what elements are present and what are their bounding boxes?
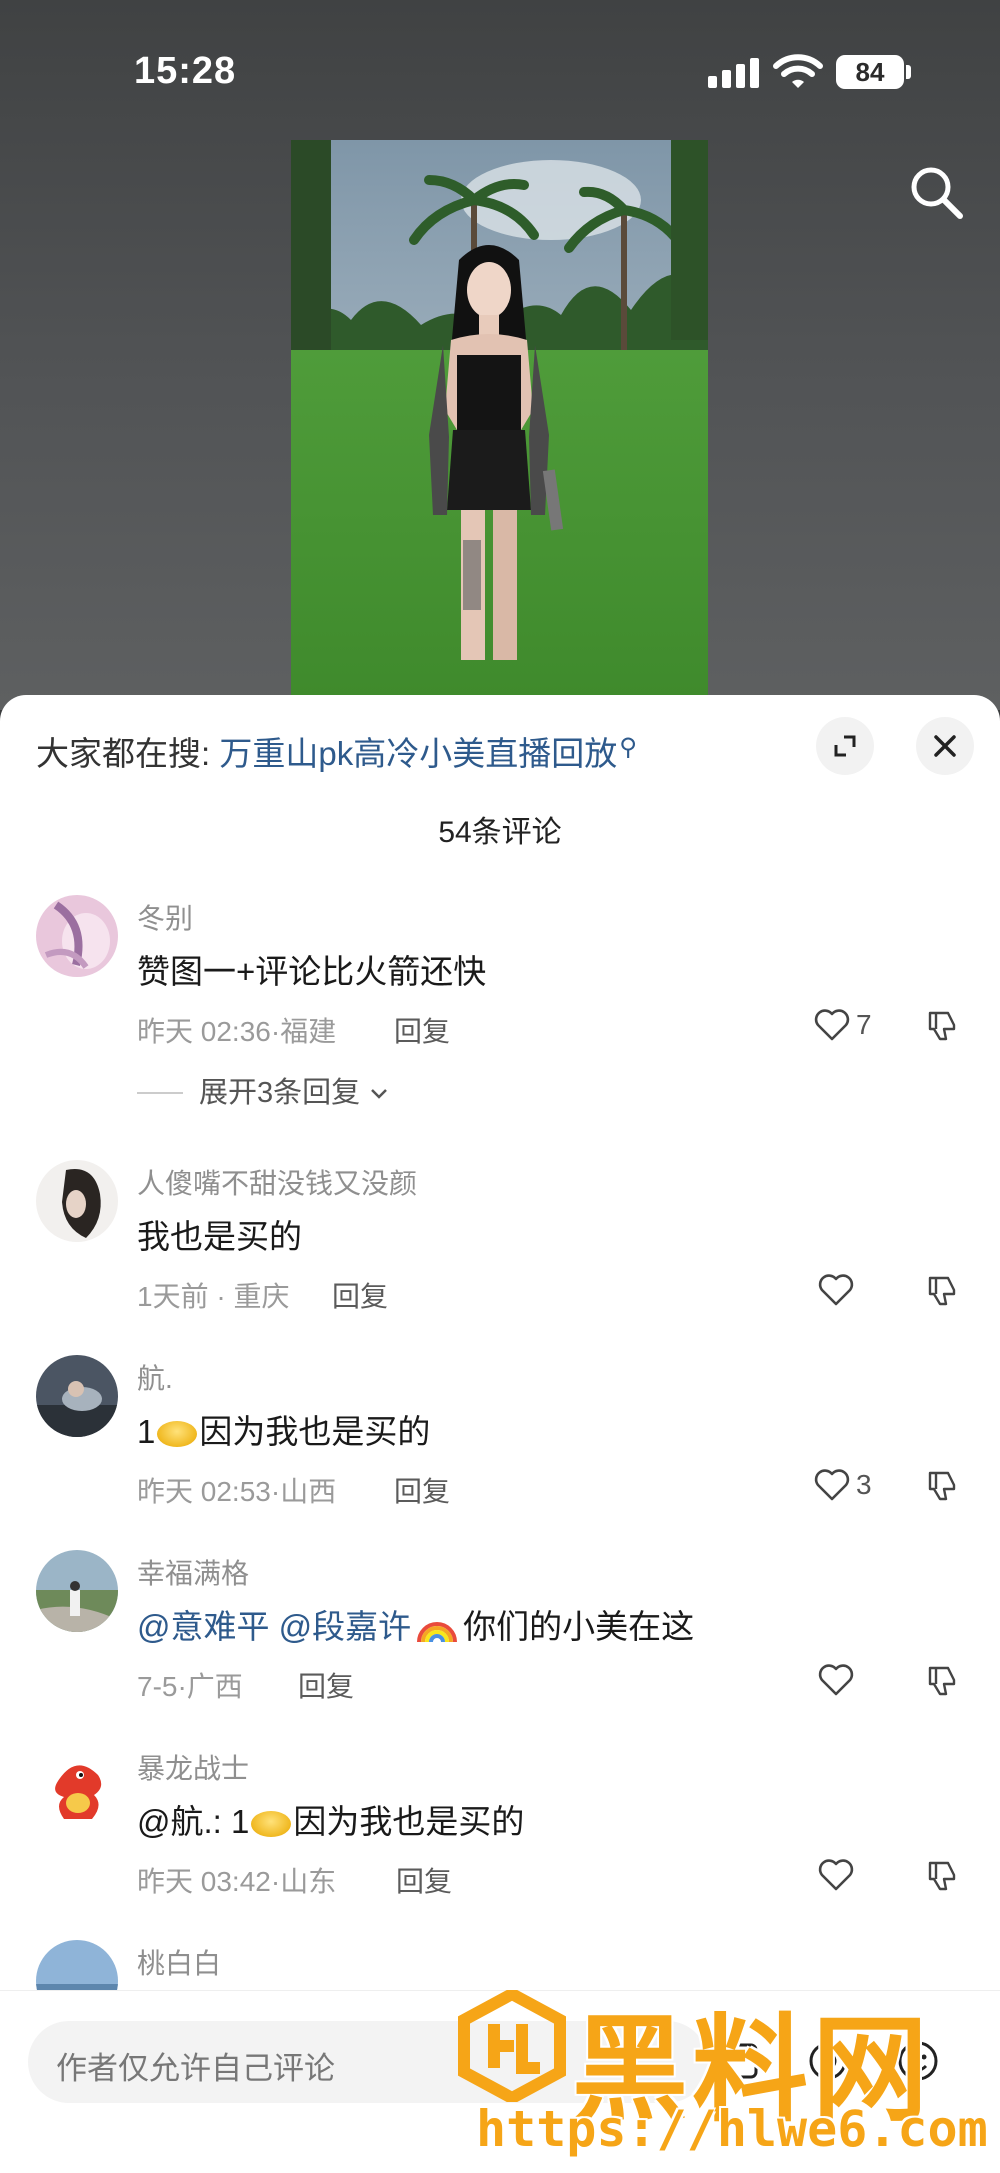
comment-author[interactable]: 暴龙战士: [137, 1747, 249, 1787]
avatar[interactable]: [36, 1355, 118, 1437]
avatar[interactable]: [36, 1745, 118, 1827]
meta-dot: ·: [270, 1476, 281, 1507]
comment-location: 山东: [280, 1866, 337, 1897]
mention-link[interactable]: @意难平: [137, 1608, 270, 1645]
watermark-logo: [458, 1990, 566, 2102]
mention-link[interactable]: @段嘉许: [279, 1608, 412, 1645]
wifi-icon: [773, 54, 823, 88]
comment-time: 7-5: [137, 1671, 178, 1702]
reply-button[interactable]: 回复: [396, 1860, 452, 1900]
heart-icon[interactable]: [812, 1465, 852, 1505]
heart-icon[interactable]: [812, 1005, 852, 1045]
comment-author[interactable]: 幸福满格: [137, 1552, 249, 1592]
dislike-icon[interactable]: [924, 1272, 960, 1308]
search-icon[interactable]: [906, 162, 966, 222]
comment-text-body: 因为我也是买的: [199, 1413, 431, 1450]
reply-button[interactable]: 回复: [394, 1010, 450, 1050]
comment-text-body: 因为我也是买的: [293, 1803, 525, 1840]
expand-replies-label: 展开3条回复: [199, 1077, 361, 1109]
comment-location: 广西: [186, 1671, 243, 1702]
divider: [137, 1092, 183, 1094]
close-icon: [934, 735, 956, 757]
like-count: 7: [856, 1009, 872, 1040]
avatar[interactable]: [36, 1550, 118, 1632]
heart-icon[interactable]: [816, 1855, 856, 1895]
video-area[interactable]: 15:28 84: [0, 0, 1000, 710]
like-count: 3: [856, 1469, 872, 1500]
battery-level: 84: [855, 57, 885, 87]
small-search-icon: ⚲: [619, 734, 637, 761]
comment-author[interactable]: 航.: [137, 1357, 173, 1397]
comment-meta: 昨天 02:53·山西: [137, 1470, 336, 1510]
heart-icon[interactable]: [816, 1660, 856, 1700]
expand-replies-button[interactable]: 展开3条回复: [137, 1069, 390, 1111]
dislike-icon[interactable]: [924, 1007, 960, 1043]
chevron-down-icon: [371, 1089, 388, 1099]
meta-dot: ·: [270, 1016, 281, 1047]
comment-time: 1天前: [137, 1281, 209, 1312]
dislike-icon[interactable]: [924, 1857, 960, 1893]
comment-location: 山西: [280, 1476, 337, 1507]
comment-text-body: 你们的小美在这: [463, 1608, 695, 1645]
comment-text: 1 因为我也是买的: [137, 1405, 430, 1453]
meta-dot: ·: [177, 1671, 187, 1702]
comment-text: 赞图一+评论比火箭还快: [137, 953, 487, 990]
dislike-icon[interactable]: [924, 1662, 960, 1698]
signal-icon: [708, 58, 760, 88]
comment-time: 昨天 02:36: [137, 1016, 271, 1047]
reply-button[interactable]: 回复: [332, 1275, 388, 1315]
comment-time: 昨天 03:42: [137, 1866, 271, 1897]
status-bar: 15:28 84: [0, 0, 1000, 140]
comment-meta: 1天前 · 重庆: [137, 1275, 289, 1315]
comment-input-placeholder: 作者仅允许自己评论: [56, 2051, 335, 2086]
comment-meta: 7-5·广西: [137, 1665, 243, 1705]
comment-location: 福建: [280, 1016, 337, 1047]
expand-button[interactable]: [816, 717, 874, 775]
gold-coin-icon: [157, 1421, 198, 1447]
heart-icon[interactable]: [816, 1270, 856, 1310]
comment-meta: 昨天 03:42·山东: [137, 1860, 336, 1900]
watermark-url: https://hlwe6.com: [476, 2100, 988, 2158]
comment-author[interactable]: 冬别: [137, 897, 193, 937]
comment-sheet: 大家都在搜: 万重山pk高冷小美直播回放⚲ 54条评论 冬别 赞图一+评论比火箭…: [0, 695, 1000, 2173]
dislike-icon[interactable]: [924, 1467, 960, 1503]
meta-dot: ·: [208, 1281, 234, 1312]
hot-search-prefix: 大家都在搜:: [36, 735, 211, 772]
comment-author[interactable]: 桃白白: [137, 1942, 221, 1982]
comment-location: 重庆: [233, 1281, 290, 1312]
comment-count: 54条评论: [438, 816, 562, 849]
comment-text-prefix: 1: [137, 1413, 156, 1450]
gold-coin-icon: [251, 1811, 292, 1837]
close-button[interactable]: [916, 717, 974, 775]
comment-author[interactable]: 人傻嘴不甜没钱又没颜: [137, 1162, 417, 1202]
reply-button[interactable]: 回复: [298, 1665, 354, 1705]
rainbow-icon: [417, 1622, 458, 1643]
comment-time: 昨天 02:53: [137, 1476, 271, 1507]
hot-search-bar[interactable]: 大家都在搜: 万重山pk高冷小美直播回放⚲: [36, 727, 637, 775]
expand-icon: [834, 735, 856, 757]
comment-text: @意难平 @段嘉许 你们的小美在这: [137, 1600, 694, 1648]
avatar[interactable]: [36, 895, 118, 977]
video-thumbnail[interactable]: [291, 140, 708, 700]
comment-text-prefix: @航.: 1: [137, 1803, 250, 1840]
reply-button[interactable]: 回复: [394, 1470, 450, 1510]
avatar[interactable]: [36, 1160, 118, 1242]
status-time: 15:28: [134, 50, 237, 92]
meta-dot: ·: [270, 1866, 281, 1897]
hot-search-link[interactable]: 万重山pk高冷小美直播回放: [219, 735, 617, 772]
battery-nub: [906, 65, 911, 79]
battery-icon: 84: [836, 55, 904, 89]
comment-meta: 昨天 02:36·福建: [137, 1010, 336, 1050]
comment-text: @航.: 1 因为我也是买的: [137, 1795, 524, 1843]
comment-text: 我也是买的: [137, 1218, 302, 1255]
